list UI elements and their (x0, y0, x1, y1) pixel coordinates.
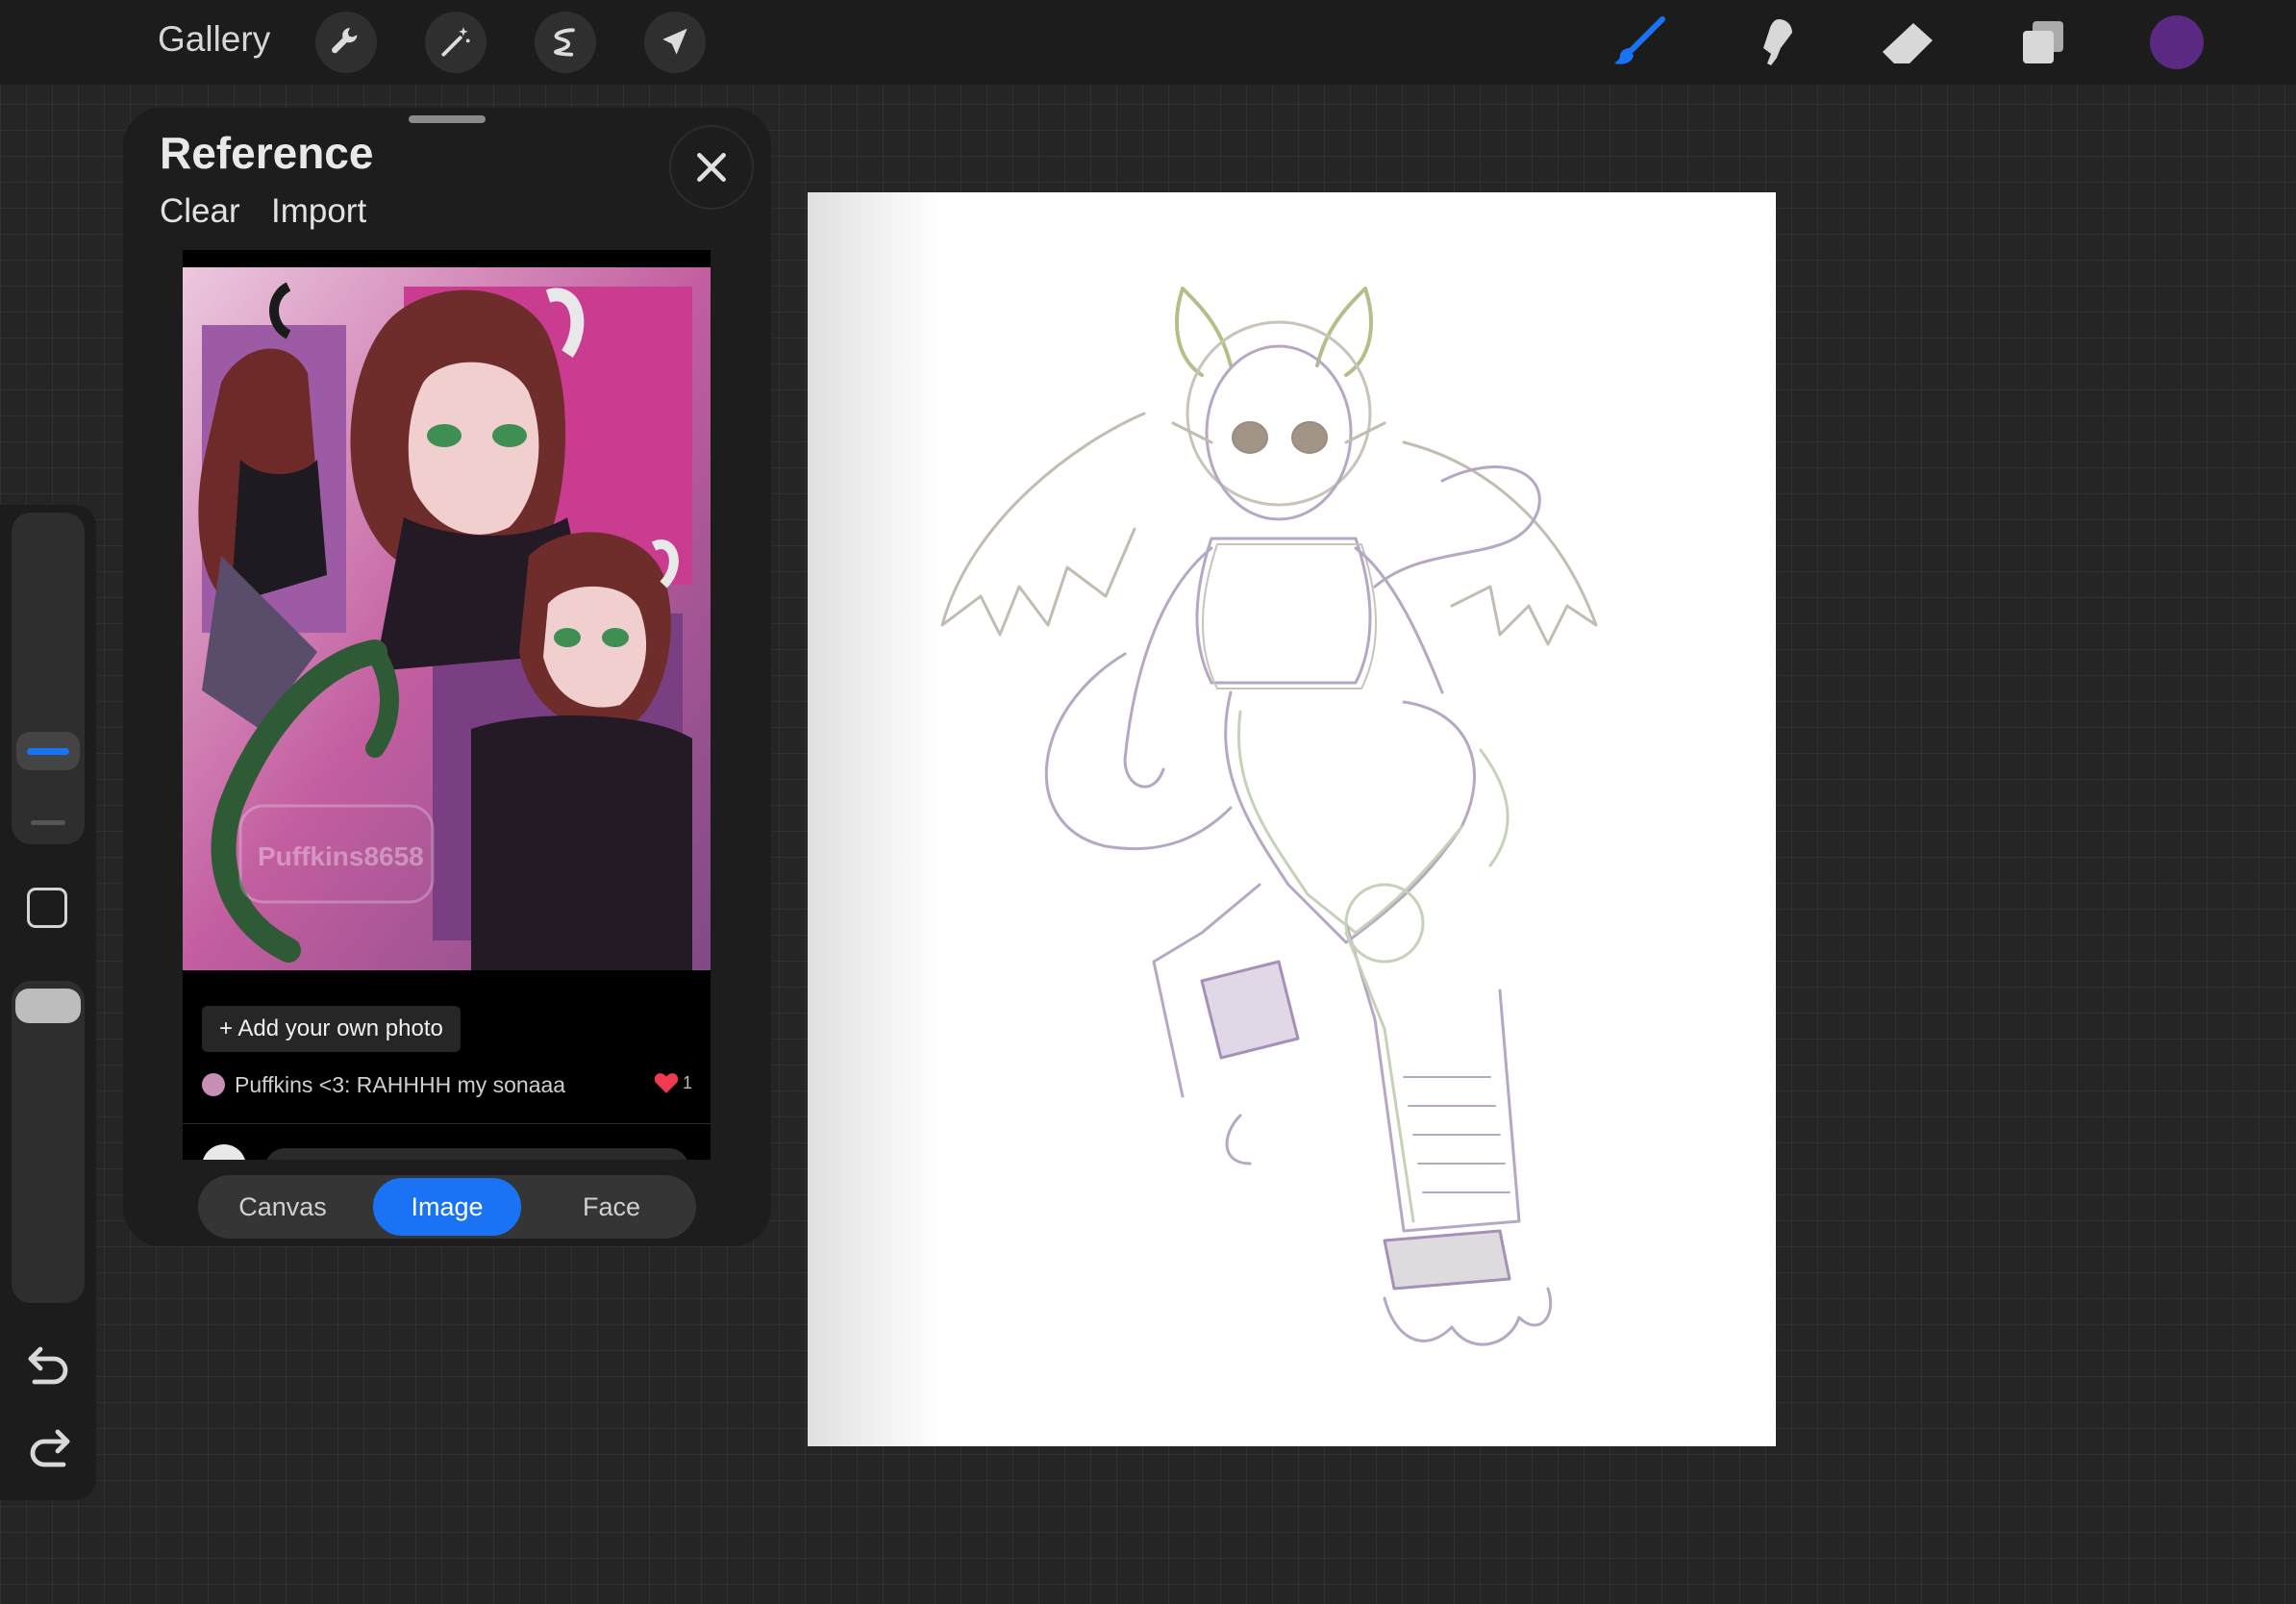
reference-caption: Puffkins <3: RAHHHH my sonaaa 1 (202, 1065, 692, 1104)
import-button[interactable]: Import (271, 192, 366, 231)
selection-icon (554, 28, 575, 57)
color-picker-button[interactable] (2150, 15, 2204, 69)
transform-arrow-icon (662, 28, 687, 55)
add-photo-button[interactable]: + Add your own photo (202, 1006, 461, 1052)
reference-artwork: Puffkins8658 (183, 267, 711, 970)
tab-face[interactable]: Face (530, 1178, 693, 1236)
smudge-icon (1763, 19, 1792, 65)
reference-panel: Reference Clear Import Puffkins8658 + Ad… (123, 108, 771, 1246)
reference-image-view[interactable]: Puffkins8658 + Add your own photo Puffki… (183, 250, 711, 1160)
smudge-tool[interactable] (1742, 13, 1804, 71)
magic-wand-icon (441, 27, 470, 57)
opacity-thumb[interactable] (15, 989, 81, 1023)
panel-grabber[interactable] (409, 115, 486, 123)
tab-image[interactable]: Image (373, 1178, 521, 1236)
like-count: 1 (682, 1072, 692, 1092)
redo-icon[interactable] (25, 1426, 73, 1468)
next-post-bar (265, 1148, 688, 1160)
brush-tool[interactable] (1609, 13, 1670, 71)
undo-icon[interactable] (25, 1343, 73, 1386)
opacity-slider[interactable] (12, 981, 85, 1303)
reference-title: Reference (160, 128, 374, 178)
gallery-button[interactable]: Gallery (158, 19, 270, 60)
selection-button[interactable] (535, 12, 596, 73)
next-post-avatar (202, 1144, 246, 1160)
sidebar (0, 505, 96, 1500)
brush-icon (1614, 16, 1665, 64)
brush-size-indicator (27, 747, 69, 755)
transform-button[interactable] (644, 12, 706, 73)
wrench-icon (332, 27, 358, 54)
brush-size-slider[interactable] (12, 513, 85, 844)
like-button[interactable]: 1 (654, 1071, 692, 1094)
eraser-tool[interactable] (1877, 13, 1938, 71)
layers-icon (2023, 21, 2063, 63)
modify-button[interactable] (27, 888, 67, 928)
brush-size-marker (31, 820, 65, 825)
close-reference-button[interactable] (669, 125, 754, 210)
feed-divider (183, 1123, 711, 1124)
drawing-canvas[interactable] (808, 192, 1776, 1446)
heart-icon (654, 1073, 679, 1093)
canvas-shadow (808, 192, 942, 1446)
top-toolbar: Gallery (0, 0, 2296, 85)
actions-button[interactable] (315, 12, 377, 73)
brush-size-thumb[interactable] (16, 732, 80, 770)
sketch-drawing (940, 287, 1598, 1346)
reference-watermark: Puffkins8658 (258, 841, 424, 871)
caption-text: Puffkins <3: RAHHHH my sonaaa (235, 1071, 566, 1097)
eraser-icon (1883, 23, 1933, 63)
clear-button[interactable]: Clear (160, 192, 240, 231)
caption-avatar (202, 1073, 225, 1096)
tab-canvas[interactable]: Canvas (201, 1178, 364, 1236)
reference-mode-tabs: Canvas Image Face (198, 1175, 696, 1239)
layers-tool[interactable] (2011, 13, 2073, 71)
close-icon (697, 153, 726, 182)
adjustments-button[interactable] (425, 12, 487, 73)
